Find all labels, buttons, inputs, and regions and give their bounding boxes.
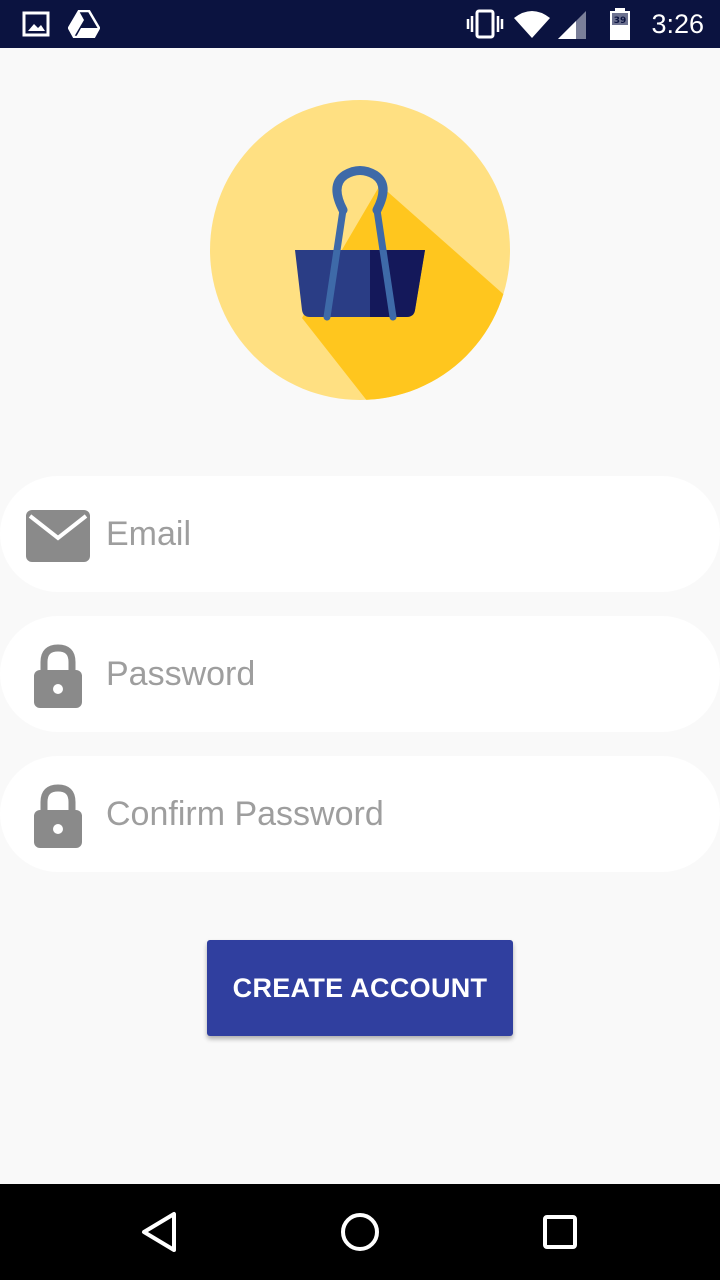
mail-icon — [26, 504, 90, 568]
wifi-icon — [514, 0, 550, 48]
gallery-icon — [22, 0, 50, 48]
battery-icon: 39 — [608, 0, 632, 48]
status-clock: 3:26 — [651, 9, 704, 39]
back-icon[interactable] — [136, 1208, 184, 1256]
binder-clip-icon — [210, 100, 510, 400]
drive-icon — [68, 0, 100, 48]
create-account-button[interactable]: CREATE ACCOUNT — [207, 940, 513, 1036]
password-field[interactable] — [0, 616, 720, 732]
battery-level: 39 — [614, 16, 627, 26]
signal-icon — [556, 0, 588, 48]
recents-icon[interactable] — [536, 1208, 584, 1256]
confirm-password-input[interactable] — [106, 756, 686, 872]
email-field[interactable] — [0, 476, 720, 592]
lock-icon — [26, 784, 90, 848]
vibrate-icon — [466, 0, 504, 48]
app-logo — [210, 100, 510, 400]
confirm-password-field[interactable] — [0, 756, 720, 872]
lock-icon — [26, 644, 90, 708]
home-icon[interactable] — [336, 1208, 384, 1256]
email-input[interactable] — [106, 476, 686, 592]
navigation-bar — [0, 1184, 720, 1280]
password-input[interactable] — [106, 616, 686, 732]
status-bar: 39 3:26 — [0, 0, 720, 48]
